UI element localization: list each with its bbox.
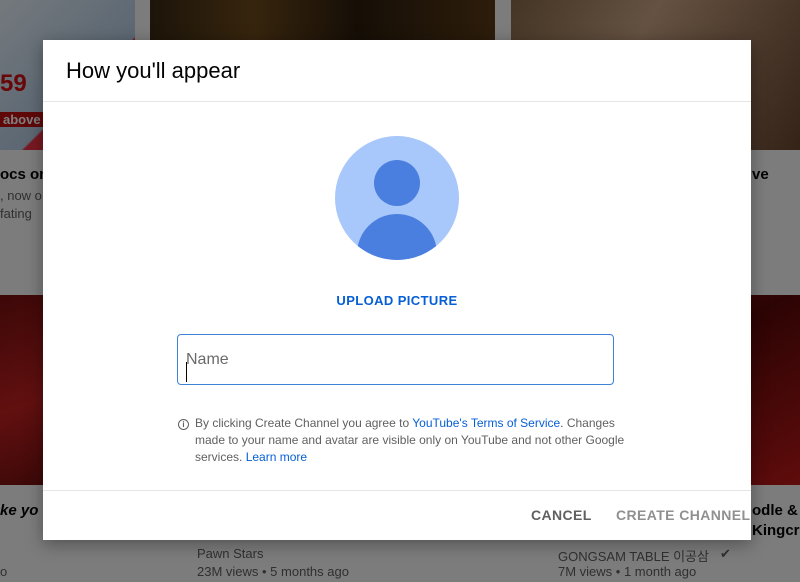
avatar-body (357, 214, 437, 260)
info-icon: i (178, 419, 189, 430)
avatar-head (374, 160, 420, 206)
divider (43, 490, 751, 491)
text-cursor (186, 362, 187, 382)
name-input[interactable] (177, 334, 614, 385)
upload-picture-button[interactable]: UPLOAD PICTURE (43, 293, 751, 308)
terms-text: By clicking Create Channel you agree to … (195, 415, 625, 466)
terms-of-service-link[interactable]: YouTube's Terms of Service (412, 416, 560, 430)
create-channel-dialog: How you'll appear UPLOAD PICTURE i By cl… (43, 40, 751, 540)
default-avatar-icon (335, 136, 459, 260)
cancel-button[interactable]: CANCEL (531, 507, 592, 523)
dialog-title: How you'll appear (66, 58, 241, 83)
divider (43, 101, 751, 102)
terms-prefix: By clicking Create Channel you agree to (195, 416, 413, 430)
create-channel-button[interactable]: CREATE CHANNEL (616, 507, 750, 523)
learn-more-link[interactable]: Learn more (246, 450, 307, 464)
